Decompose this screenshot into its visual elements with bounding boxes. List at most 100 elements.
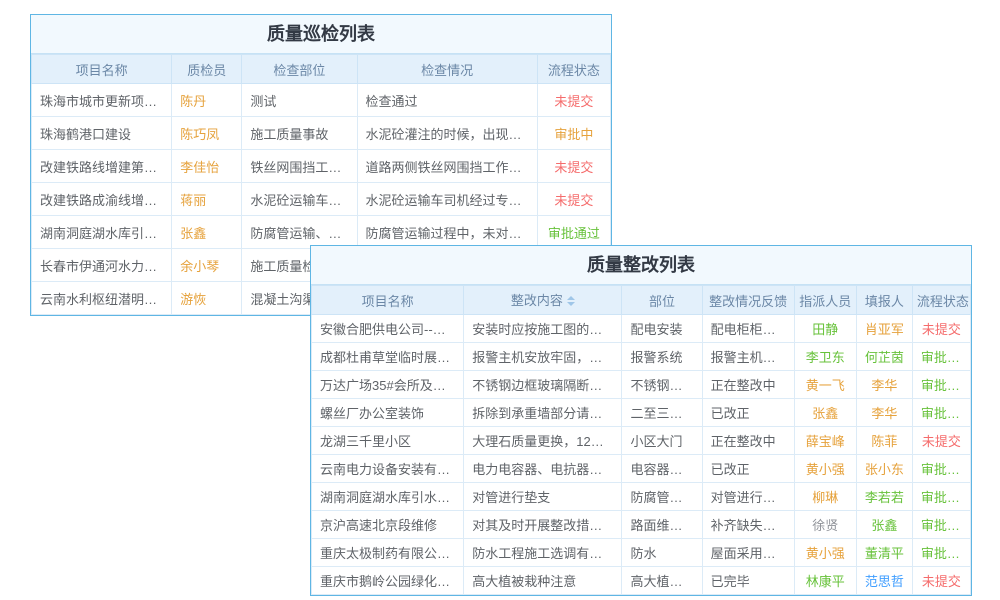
reporter-name: 张小东 (856, 455, 912, 483)
table-row: 改建铁路成渝线增建第...蒋丽水泥砼运输车检查水泥砼运输车司机经过专门培训...… (32, 183, 611, 216)
inspector-name: 陈巧凤 (172, 117, 242, 150)
column-header: 部位 (622, 286, 702, 315)
project-name-link[interactable]: 湖南洞庭湖水库引水工... (32, 216, 172, 249)
inspector-name: 余小琴 (172, 249, 242, 282)
table-row: 螺丝厂办公室装饰拆除到承重墙部分请做好加固...二至三楼混...已改正张鑫李华审… (312, 399, 971, 427)
rectify-content: 拆除到承重墙部分请做好加固... (464, 399, 622, 427)
rectify-content: 对其及时开展整改措施，桥头... (464, 511, 622, 539)
rectify-content: 对管进行垫支 (464, 483, 622, 511)
project-name-link[interactable]: 改建铁路成渝线增建第... (32, 183, 172, 216)
column-header: 质检员 (172, 55, 242, 84)
check-situation: 防腐管运输过程中，未对管进行... (357, 216, 537, 249)
table-row: 龙湖三千里小区大理石质量更换，12月31日之...小区大门正在整改中薛宝峰陈菲未… (312, 427, 971, 455)
column-header-label: 部位 (649, 294, 675, 309)
project-name-link[interactable]: 长春市伊通河水力发电... (32, 249, 172, 282)
column-header: 项目名称 (312, 286, 464, 315)
column-header: 项目名称 (32, 55, 172, 84)
rectification-panel-title: 质量整改列表 (311, 246, 971, 285)
column-header-label: 项目名称 (76, 63, 128, 78)
project-name-link[interactable]: 云南水利枢纽潜明水库... (32, 282, 172, 315)
project-name-link[interactable]: 成都杜甫草堂临时展厅独立展... (312, 343, 464, 371)
status-text: 审批通过 (912, 483, 970, 511)
table-row: 重庆太极制药有限公司亳州中...防水工程施工选调有专业资质...防水屋面采用聚氨… (312, 539, 971, 567)
inspector-name: 张鑫 (172, 216, 242, 249)
rectify-feedback: 已完毕 (702, 567, 794, 595)
project-name-link[interactable]: 珠海市城市更新项目紫... (32, 84, 172, 117)
column-header-label: 指派人员 (799, 294, 851, 309)
assignee-name: 林康平 (794, 567, 856, 595)
status-text: 未提交 (912, 427, 970, 455)
project-name-link[interactable]: 珠海鹤港口建设 (32, 117, 172, 150)
sort-icon[interactable] (567, 292, 575, 310)
check-situation: 道路两侧铁丝网围挡工作按设计... (357, 150, 537, 183)
check-part: 防腐管运输、布管 (242, 216, 357, 249)
rectify-part: 防水 (622, 539, 702, 567)
status-text: 审批通过 (912, 539, 970, 567)
assignee-name: 张鑫 (794, 399, 856, 427)
reporter-name: 陈菲 (856, 427, 912, 455)
page-canvas: 质量巡检列表 项目名称质检员检查部位检查情况流程状态 珠海市城市更新项目紫...… (0, 0, 1000, 600)
rectify-content: 安装时应按施工图的布置，将... (464, 315, 622, 343)
project-name-link[interactable]: 重庆太极制药有限公司亳州中... (312, 539, 464, 567)
reporter-name: 李华 (856, 399, 912, 427)
table-row: 京沪高速北京段维修对其及时开展整改措施，桥头...路面维修检...补齐缺失标志.… (312, 511, 971, 539)
rectify-feedback: 配电柜柜体与... (702, 315, 794, 343)
rectify-content: 报警主机安放牢固，线缆连接... (464, 343, 622, 371)
rectify-feedback: 报警主机安放... (702, 343, 794, 371)
project-name-link[interactable]: 湖南洞庭湖水库引水工程施工1... (312, 483, 464, 511)
assignee-name: 柳琳 (794, 483, 856, 511)
rectify-part: 报警系统 (622, 343, 702, 371)
status-text: 审批通过 (912, 343, 970, 371)
project-name-link[interactable]: 安徽合肥供电公司--配电设备... (312, 315, 464, 343)
project-name-link[interactable]: 螺丝厂办公室装饰 (312, 399, 464, 427)
project-name-link[interactable]: 京沪高速北京段维修 (312, 511, 464, 539)
rectify-content: 防水工程施工选调有专业资质... (464, 539, 622, 567)
project-name-link[interactable]: 改建铁路线增建第二线... (32, 150, 172, 183)
table-row: 珠海市城市更新项目紫...陈丹测试检查通过未提交 (32, 84, 611, 117)
column-header-label: 整改情况反馈 (709, 294, 787, 309)
reporter-name: 何芷茵 (856, 343, 912, 371)
reporter-name: 范思哲 (856, 567, 912, 595)
column-header-label: 流程状态 (917, 294, 969, 309)
rectification-header-row: 项目名称整改内容部位整改情况反馈指派人员填报人流程状态 (312, 286, 971, 315)
check-situation: 水泥砼运输车司机经过专门培训... (357, 183, 537, 216)
column-header: 检查情况 (357, 55, 537, 84)
column-header-label: 项目名称 (362, 294, 414, 309)
reporter-name: 肖亚军 (856, 315, 912, 343)
column-header[interactable]: 整改内容 (464, 286, 622, 315)
status-text: 未提交 (537, 150, 610, 183)
rectify-part: 配电安装 (622, 315, 702, 343)
project-name-link[interactable]: 万达广场35#会所及咖啡厅空... (312, 371, 464, 399)
check-part: 施工质量事故 (242, 117, 357, 150)
rectify-part: 高大植被栽种 (622, 567, 702, 595)
rectify-part: 防腐管运输... (622, 483, 702, 511)
rectify-part: 不锈钢安装... (622, 371, 702, 399)
reporter-name: 张鑫 (856, 511, 912, 539)
check-part: 测试 (242, 84, 357, 117)
project-name-link[interactable]: 龙湖三千里小区 (312, 427, 464, 455)
rectify-feedback: 对管进行垫支 (702, 483, 794, 511)
column-header: 整改情况反馈 (702, 286, 794, 315)
status-text: 审批通过 (912, 511, 970, 539)
rectify-part: 电容器安装... (622, 455, 702, 483)
rectify-feedback: 补齐缺失标志... (702, 511, 794, 539)
project-name-link[interactable]: 重庆市鹅岭公园绿化景观提升... (312, 567, 464, 595)
status-text: 未提交 (912, 567, 970, 595)
check-part: 铁丝网围挡工作检查 (242, 150, 357, 183)
inspector-name: 李佳怡 (172, 150, 242, 183)
rectify-part: 二至三楼混... (622, 399, 702, 427)
status-text: 未提交 (912, 315, 970, 343)
column-header-label: 流程状态 (548, 63, 600, 78)
rectification-table: 项目名称整改内容部位整改情况反馈指派人员填报人流程状态 安徽合肥供电公司--配电… (311, 285, 971, 595)
reporter-name: 董清平 (856, 539, 912, 567)
assignee-name: 薛宝峰 (794, 427, 856, 455)
status-text: 审批通过 (912, 371, 970, 399)
inspector-name: 游恢 (172, 282, 242, 315)
check-part: 水泥砼运输车检查 (242, 183, 357, 216)
project-name-link[interactable]: 云南电力设备安装有限公司20... (312, 455, 464, 483)
rectify-feedback: 正在整改中 (702, 371, 794, 399)
reporter-name: 李若若 (856, 483, 912, 511)
table-row: 成都杜甫草堂临时展厅独立展...报警主机安放牢固，线缆连接...报警系统报警主机… (312, 343, 971, 371)
column-header-label: 检查部位 (273, 63, 325, 78)
rectify-part: 路面维修检... (622, 511, 702, 539)
